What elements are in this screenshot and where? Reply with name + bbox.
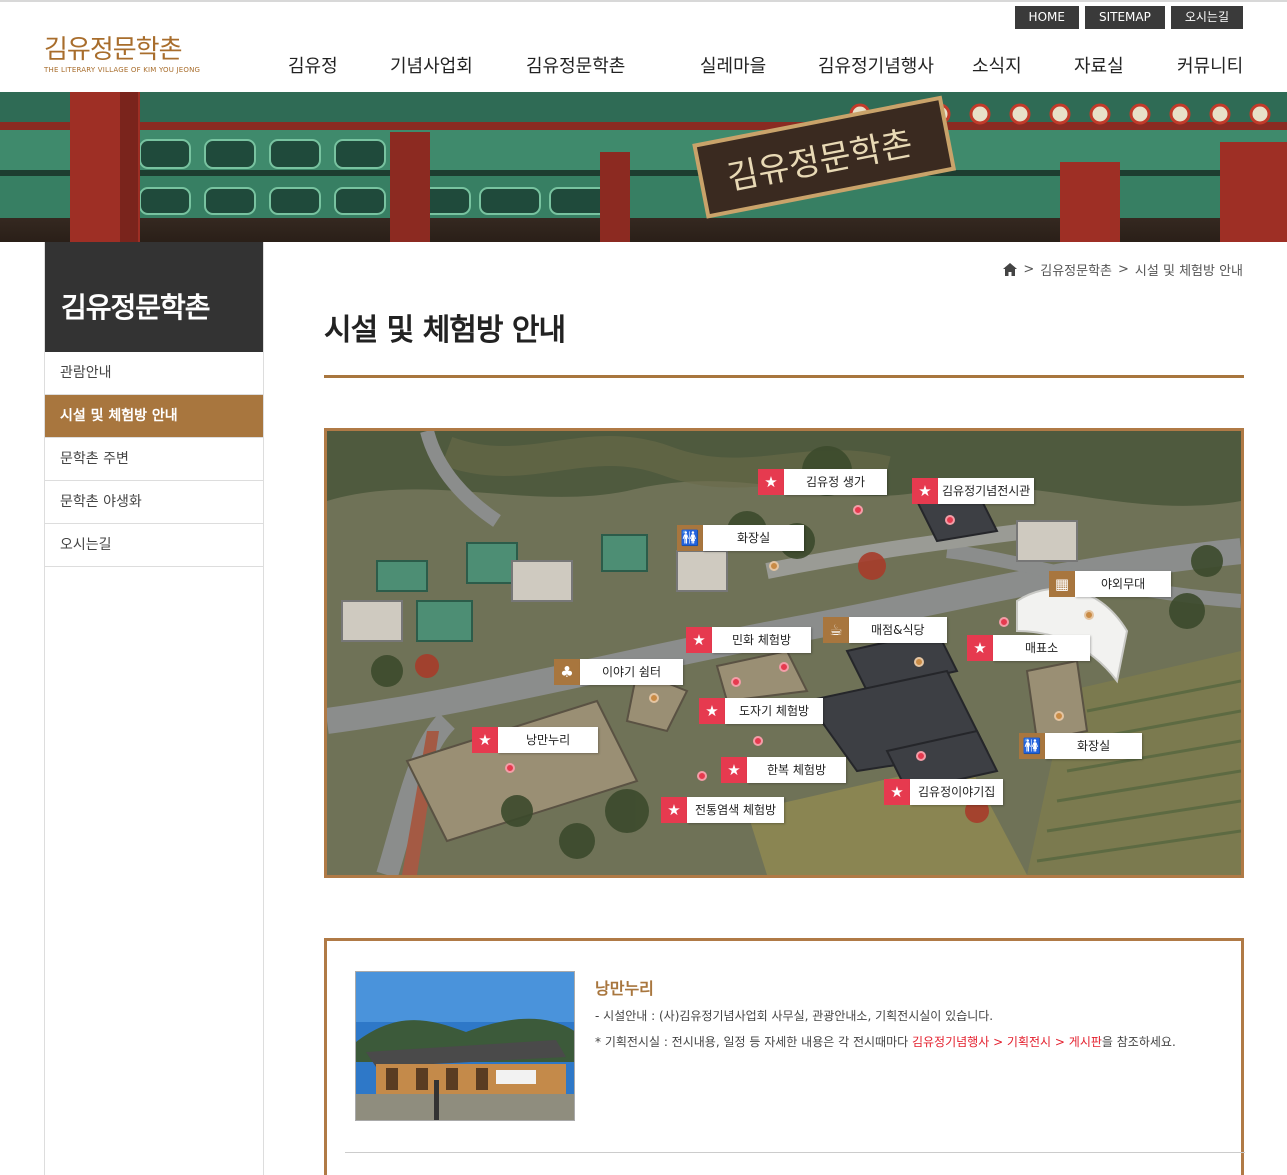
marker-label: 매점&식당 xyxy=(849,617,947,643)
exhibition-note-suffix: 을 참조하세요. xyxy=(1101,1035,1176,1049)
nav-item-sille-village[interactable]: 실레마을 xyxy=(700,52,766,78)
map-point-store[interactable] xyxy=(914,657,924,667)
map-point-hanbok[interactable] xyxy=(753,736,763,746)
sidebar-item-visitor-guide[interactable]: 관람안내 xyxy=(45,352,263,395)
nav-item-kimyoujeong[interactable]: 김유정 xyxy=(288,52,338,78)
map-marker-rest-area[interactable]: ♣ 이야기 쉼터 xyxy=(554,659,684,685)
map-point-dyeing[interactable] xyxy=(697,771,707,781)
restroom-icon: 🚻 xyxy=(677,525,703,551)
page-title: 시설 및 체험방 안내 xyxy=(324,313,566,348)
stage-icon: ▦ xyxy=(1049,571,1075,597)
main-nav: 김유정 기념사업회 김유정문학촌 실레마을 김유정기념행사 소식지 자료실 커뮤… xyxy=(0,52,1287,78)
star-icon: ★ xyxy=(661,797,687,823)
map-point-pottery[interactable] xyxy=(731,677,741,687)
sidebar-item-directions[interactable]: 오시는길 xyxy=(45,524,263,567)
sidebar: 김유정문학촌 관람안내 시설 및 체험방 안내 문학촌 주변 문학촌 야생화 오… xyxy=(44,242,264,1175)
star-icon: ★ xyxy=(758,469,784,495)
star-icon: ★ xyxy=(884,779,910,805)
marker-label: 김유정기념전시관 xyxy=(938,478,1035,504)
map-point-ticket[interactable] xyxy=(999,617,1009,627)
map-point-story-house[interactable] xyxy=(916,751,926,761)
map-marker-restroom-2[interactable]: 🚻 화장실 xyxy=(1019,733,1143,759)
map-marker-memorial-hall[interactable]: ★ 김유정기념전시관 xyxy=(912,478,1035,504)
marker-label: 매표소 xyxy=(993,635,1091,661)
map-marker-restroom[interactable]: 🚻 화장실 xyxy=(677,525,805,551)
breadcrumb-level1[interactable]: 김유정문학촌 xyxy=(1040,260,1112,279)
breadcrumb: > 김유정문학촌 > 시설 및 체험방 안내 xyxy=(1003,260,1243,279)
map-point-birthhouse[interactable] xyxy=(853,505,863,515)
nangmannuri-photo xyxy=(356,972,574,1120)
breadcrumb-level2[interactable]: 시설 및 체험방 안내 xyxy=(1135,260,1243,279)
card-divider xyxy=(345,1152,1245,1153)
marker-label: 이야기 쉼터 xyxy=(580,659,684,685)
nav-item-archive[interactable]: 자료실 xyxy=(1074,52,1124,78)
facility-map: ★ 김유정 생가 ★ 김유정기념전시관 🚻 화장실 ▦ 야외무대 ☕ 매점&식당… xyxy=(324,428,1244,878)
directions-link[interactable]: 오시는길 xyxy=(1170,6,1243,29)
nav-item-literary-village[interactable]: 김유정문학촌 xyxy=(526,52,625,78)
map-point-memorial-hall[interactable] xyxy=(945,515,955,525)
map-point-minhwa[interactable] xyxy=(779,662,789,672)
marker-label: 전통염색 체험방 xyxy=(687,797,785,823)
utility-nav: HOME SITEMAP 오시는길 xyxy=(1014,6,1243,29)
star-icon: ★ xyxy=(721,757,747,783)
marker-label: 한복 체험방 xyxy=(747,757,847,783)
map-marker-stage[interactable]: ▦ 야외무대 xyxy=(1049,571,1172,597)
restroom-icon: 🚻 xyxy=(1019,733,1045,759)
breadcrumb-separator: > xyxy=(1023,262,1035,277)
map-marker-pottery[interactable]: ★ 도자기 체험방 xyxy=(699,698,824,724)
facility-name: 낭만누리 xyxy=(595,979,654,998)
star-icon: ★ xyxy=(472,727,498,753)
star-icon: ★ xyxy=(967,635,993,661)
nav-item-community[interactable]: 커뮤니티 xyxy=(1177,52,1243,78)
marker-label: 화장실 xyxy=(1045,733,1143,759)
top-border xyxy=(0,0,1287,2)
sidebar-item-facilities[interactable]: 시설 및 체험방 안내 xyxy=(45,395,263,438)
map-point-nangmannuri[interactable] xyxy=(505,763,515,773)
hero-banner: 김유정문학촌 xyxy=(0,92,1287,242)
map-marker-birthhouse[interactable]: ★ 김유정 생가 xyxy=(758,469,888,495)
sidebar-menu: 관람안내 시설 및 체험방 안내 문학촌 주변 문학촌 야생화 오시는길 xyxy=(45,352,263,567)
tree-icon: ♣ xyxy=(554,659,580,685)
map-marker-minhwa[interactable]: ★ 민화 체험방 xyxy=(686,627,812,653)
star-icon: ★ xyxy=(912,478,938,504)
map-marker-dyeing[interactable]: ★ 전통염색 체험방 xyxy=(661,797,785,823)
home-icon[interactable] xyxy=(1003,263,1018,276)
map-point-stage[interactable] xyxy=(1084,610,1094,620)
home-link[interactable]: HOME xyxy=(1014,6,1079,29)
gate-roof-image: 김유정문학촌 xyxy=(0,92,1287,242)
map-point-rest-area[interactable] xyxy=(649,693,659,703)
marker-label: 김유정이야기집 xyxy=(910,779,1004,805)
star-icon: ★ xyxy=(699,698,725,724)
marker-label: 민화 체험방 xyxy=(712,627,812,653)
map-marker-store[interactable]: ☕ 매점&식당 xyxy=(823,617,947,643)
sidebar-item-surroundings[interactable]: 문학촌 주변 xyxy=(45,438,263,481)
map-marker-nangmannuri[interactable]: ★ 낭만누리 xyxy=(472,727,599,753)
facility-description: - 시설안내 : (사)김유정기념사업회 사무실, 관광안내소, 기획전시실이 … xyxy=(595,1009,994,1023)
marker-label: 도자기 체험방 xyxy=(725,698,824,724)
exhibition-note-text: * 기획전시실 : 전시내용, 일정 등 자세한 내용은 각 전시때마다 xyxy=(595,1035,912,1049)
star-icon: ★ xyxy=(686,627,712,653)
map-marker-ticket[interactable]: ★ 매표소 xyxy=(967,635,1091,661)
title-divider xyxy=(324,375,1244,378)
map-point-restroom[interactable] xyxy=(769,561,779,571)
map-marker-hanbok[interactable]: ★ 한복 체험방 xyxy=(721,757,847,783)
marker-label: 김유정 생가 xyxy=(784,469,888,495)
facility-info-card: 낭만누리 - 시설안내 : (사)김유정기념사업회 사무실, 관광안내소, 기획… xyxy=(324,938,1245,1175)
food-icon: ☕ xyxy=(823,617,849,643)
nav-item-memorial-events[interactable]: 김유정기념행사 xyxy=(818,52,934,78)
exhibition-board-link[interactable]: 김유정기념행사 > 기획전시 > 게시판 xyxy=(912,1035,1102,1049)
sidebar-item-wildflowers[interactable]: 문학촌 야생화 xyxy=(45,481,263,524)
facility-photo xyxy=(355,971,575,1121)
marker-label: 야외무대 xyxy=(1075,571,1172,597)
marker-label: 화장실 xyxy=(703,525,805,551)
nav-item-newsletter[interactable]: 소식지 xyxy=(972,52,1022,78)
facility-exhibition-note: * 기획전시실 : 전시내용, 일정 등 자세한 내용은 각 전시때마다 김유정… xyxy=(595,1033,1176,1050)
marker-label: 낭만누리 xyxy=(498,727,599,753)
sitemap-link[interactable]: SITEMAP xyxy=(1084,6,1165,29)
sidebar-title: 김유정문학촌 xyxy=(45,242,263,352)
map-marker-story-house[interactable]: ★ 김유정이야기집 xyxy=(884,779,1004,805)
nav-item-memorial-society[interactable]: 기념사업회 xyxy=(390,52,473,78)
breadcrumb-separator: > xyxy=(1118,262,1129,277)
map-point-restroom-2[interactable] xyxy=(1054,711,1064,721)
